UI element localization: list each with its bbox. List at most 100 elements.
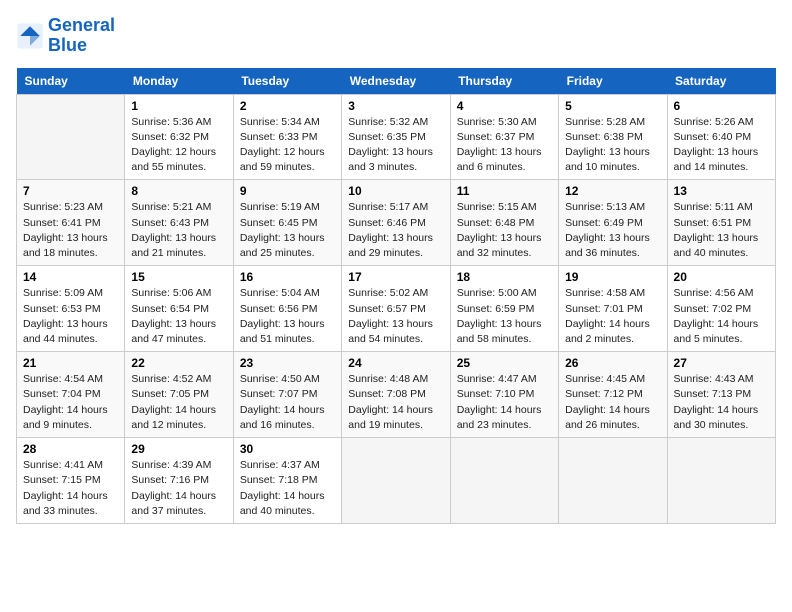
weekday-header-tuesday: Tuesday bbox=[233, 68, 341, 95]
day-number: 3 bbox=[348, 99, 443, 113]
day-content: Sunrise: 5:09 AMSunset: 6:53 PMDaylight:… bbox=[23, 286, 118, 347]
day-number: 1 bbox=[131, 99, 226, 113]
calendar-cell: 17 Sunrise: 5:02 AMSunset: 6:57 PMDayligh… bbox=[342, 266, 450, 352]
calendar-cell: 6 Sunrise: 5:26 AMSunset: 6:40 PMDaylight… bbox=[667, 94, 775, 180]
day-number: 9 bbox=[240, 184, 335, 198]
day-number: 8 bbox=[131, 184, 226, 198]
calendar-cell: 4Sunrise: 5:30 AMSunset: 6:37 PMDaylight… bbox=[450, 94, 558, 180]
calendar-cell: 12 Sunrise: 5:13 AMSunset: 6:49 PMDayligh… bbox=[559, 180, 667, 266]
day-number: 20 bbox=[674, 270, 769, 284]
day-content: Sunrise: 4:41 AMSunset: 7:15 PMDaylight:… bbox=[23, 458, 118, 519]
day-content: Sunrise: 5:19 AMSunset: 6:45 PMDaylight:… bbox=[240, 200, 335, 261]
calendar-cell: 26 Sunrise: 4:45 AMSunset: 7:12 PMDayligh… bbox=[559, 352, 667, 438]
day-content: Sunrise: 5:23 AMSunset: 6:41 PMDaylight:… bbox=[23, 200, 118, 261]
calendar-cell: 21Sunrise: 4:54 AMSunset: 7:04 PMDayligh… bbox=[17, 352, 125, 438]
day-number: 23 bbox=[240, 356, 335, 370]
day-content: Sunrise: 5:21 AMSunset: 6:43 PMDaylight:… bbox=[131, 200, 226, 261]
calendar-week-row: 1 Sunrise: 5:36 AMSunset: 6:32 PMDaylight… bbox=[17, 94, 776, 180]
day-content: Sunrise: 5:13 AMSunset: 6:49 PMDaylight:… bbox=[565, 200, 660, 261]
calendar-cell: 9 Sunrise: 5:19 AMSunset: 6:45 PMDaylight… bbox=[233, 180, 341, 266]
day-number: 27 bbox=[674, 356, 769, 370]
calendar-cell: 10Sunrise: 5:17 AMSunset: 6:46 PMDayligh… bbox=[342, 180, 450, 266]
calendar-table: SundayMondayTuesdayWednesdayThursdayFrid… bbox=[16, 68, 776, 524]
weekday-header-saturday: Saturday bbox=[667, 68, 775, 95]
day-content: Sunrise: 4:43 AMSunset: 7:13 PMDaylight:… bbox=[674, 372, 769, 433]
calendar-cell: 25 Sunrise: 4:47 AMSunset: 7:10 PMDayligh… bbox=[450, 352, 558, 438]
calendar-cell: 3 Sunrise: 5:32 AMSunset: 6:35 PMDaylight… bbox=[342, 94, 450, 180]
day-number: 6 bbox=[674, 99, 769, 113]
calendar-cell: 8 Sunrise: 5:21 AMSunset: 6:43 PMDaylight… bbox=[125, 180, 233, 266]
day-number: 2 bbox=[240, 99, 335, 113]
logo-icon bbox=[16, 22, 44, 50]
day-number: 29 bbox=[131, 442, 226, 456]
day-number: 10 bbox=[348, 184, 443, 198]
calendar-cell: 5 Sunrise: 5:28 AMSunset: 6:38 PMDaylight… bbox=[559, 94, 667, 180]
day-number: 18 bbox=[457, 270, 552, 284]
day-content: Sunrise: 4:47 AMSunset: 7:10 PMDaylight:… bbox=[457, 372, 552, 433]
calendar-cell: 19Sunrise: 4:58 AMSunset: 7:01 PMDayligh… bbox=[559, 266, 667, 352]
weekday-header-friday: Friday bbox=[559, 68, 667, 95]
calendar-cell: 18 Sunrise: 5:00 AMSunset: 6:59 PMDayligh… bbox=[450, 266, 558, 352]
day-content: Sunrise: 5:30 AMSunset: 6:37 PMDaylight:… bbox=[457, 115, 552, 176]
calendar-cell: 7 Sunrise: 5:23 AMSunset: 6:41 PMDaylight… bbox=[17, 180, 125, 266]
logo: General Blue bbox=[16, 16, 115, 56]
calendar-cell bbox=[559, 438, 667, 524]
calendar-cell: 11 Sunrise: 5:15 AMSunset: 6:48 PMDayligh… bbox=[450, 180, 558, 266]
day-number: 25 bbox=[457, 356, 552, 370]
day-content: Sunrise: 5:00 AMSunset: 6:59 PMDaylight:… bbox=[457, 286, 552, 347]
page-header: General Blue bbox=[16, 16, 776, 56]
day-content: Sunrise: 4:45 AMSunset: 7:12 PMDaylight:… bbox=[565, 372, 660, 433]
day-number: 14 bbox=[23, 270, 118, 284]
calendar-week-row: 28 Sunrise: 4:41 AMSunset: 7:15 PMDayligh… bbox=[17, 438, 776, 524]
weekday-header-thursday: Thursday bbox=[450, 68, 558, 95]
weekday-header-monday: Monday bbox=[125, 68, 233, 95]
day-content: Sunrise: 4:58 AMSunset: 7:01 PMDaylight:… bbox=[565, 286, 660, 347]
day-content: Sunrise: 5:02 AMSunset: 6:57 PMDaylight:… bbox=[348, 286, 443, 347]
day-content: Sunrise: 5:34 AMSunset: 6:33 PMDaylight:… bbox=[240, 115, 335, 176]
day-content: Sunrise: 5:26 AMSunset: 6:40 PMDaylight:… bbox=[674, 115, 769, 176]
calendar-cell bbox=[17, 94, 125, 180]
day-number: 16 bbox=[240, 270, 335, 284]
day-number: 7 bbox=[23, 184, 118, 198]
calendar-week-row: 7 Sunrise: 5:23 AMSunset: 6:41 PMDaylight… bbox=[17, 180, 776, 266]
day-content: Sunrise: 5:15 AMSunset: 6:48 PMDaylight:… bbox=[457, 200, 552, 261]
day-content: Sunrise: 4:39 AMSunset: 7:16 PMDaylight:… bbox=[131, 458, 226, 519]
day-number: 15 bbox=[131, 270, 226, 284]
calendar-cell: 15 Sunrise: 5:06 AMSunset: 6:54 PMDayligh… bbox=[125, 266, 233, 352]
day-number: 5 bbox=[565, 99, 660, 113]
calendar-week-row: 14 Sunrise: 5:09 AMSunset: 6:53 PMDayligh… bbox=[17, 266, 776, 352]
weekday-header-wednesday: Wednesday bbox=[342, 68, 450, 95]
day-content: Sunrise: 4:56 AMSunset: 7:02 PMDaylight:… bbox=[674, 286, 769, 347]
calendar-cell bbox=[450, 438, 558, 524]
calendar-cell: 20 Sunrise: 4:56 AMSunset: 7:02 PMDayligh… bbox=[667, 266, 775, 352]
day-number: 11 bbox=[457, 184, 552, 198]
calendar-cell: 27 Sunrise: 4:43 AMSunset: 7:13 PMDayligh… bbox=[667, 352, 775, 438]
day-content: Sunrise: 5:36 AMSunset: 6:32 PMDaylight:… bbox=[131, 115, 226, 176]
day-number: 21 bbox=[23, 356, 118, 370]
day-number: 30 bbox=[240, 442, 335, 456]
calendar-cell: 28 Sunrise: 4:41 AMSunset: 7:15 PMDayligh… bbox=[17, 438, 125, 524]
calendar-cell: 2 Sunrise: 5:34 AMSunset: 6:33 PMDaylight… bbox=[233, 94, 341, 180]
calendar-week-row: 21Sunrise: 4:54 AMSunset: 7:04 PMDayligh… bbox=[17, 352, 776, 438]
day-number: 26 bbox=[565, 356, 660, 370]
calendar-cell bbox=[342, 438, 450, 524]
day-number: 17 bbox=[348, 270, 443, 284]
weekday-header-row: SundayMondayTuesdayWednesdayThursdayFrid… bbox=[17, 68, 776, 95]
day-content: Sunrise: 4:37 AMSunset: 7:18 PMDaylight:… bbox=[240, 458, 335, 519]
day-content: Sunrise: 5:11 AMSunset: 6:51 PMDaylight:… bbox=[674, 200, 769, 261]
day-number: 28 bbox=[23, 442, 118, 456]
day-content: Sunrise: 5:06 AMSunset: 6:54 PMDaylight:… bbox=[131, 286, 226, 347]
logo-text: General Blue bbox=[48, 16, 115, 56]
day-content: Sunrise: 5:28 AMSunset: 6:38 PMDaylight:… bbox=[565, 115, 660, 176]
calendar-cell: 14 Sunrise: 5:09 AMSunset: 6:53 PMDayligh… bbox=[17, 266, 125, 352]
day-content: Sunrise: 5:32 AMSunset: 6:35 PMDaylight:… bbox=[348, 115, 443, 176]
calendar-cell bbox=[667, 438, 775, 524]
day-number: 22 bbox=[131, 356, 226, 370]
calendar-cell: 13Sunrise: 5:11 AMSunset: 6:51 PMDayligh… bbox=[667, 180, 775, 266]
calendar-cell: 30 Sunrise: 4:37 AMSunset: 7:18 PMDayligh… bbox=[233, 438, 341, 524]
weekday-header-sunday: Sunday bbox=[17, 68, 125, 95]
day-content: Sunrise: 4:50 AMSunset: 7:07 PMDaylight:… bbox=[240, 372, 335, 433]
day-number: 12 bbox=[565, 184, 660, 198]
calendar-cell: 24Sunrise: 4:48 AMSunset: 7:08 PMDayligh… bbox=[342, 352, 450, 438]
calendar-cell: 1 Sunrise: 5:36 AMSunset: 6:32 PMDaylight… bbox=[125, 94, 233, 180]
